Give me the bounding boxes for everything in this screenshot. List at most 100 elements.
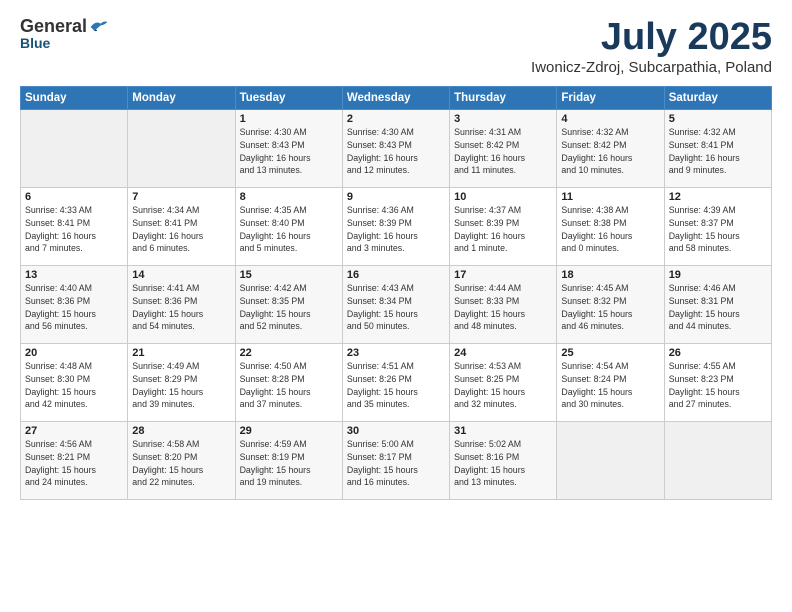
day-number: 6 [25,191,123,203]
calendar-cell: 30Sunrise: 5:00 AM Sunset: 8:17 PM Dayli… [342,422,449,500]
calendar-cell: 28Sunrise: 4:58 AM Sunset: 8:20 PM Dayli… [128,422,235,500]
day-number: 24 [454,347,552,359]
day-number: 21 [132,347,230,359]
calendar-cell: 3Sunrise: 4:31 AM Sunset: 8:42 PM Daylig… [450,110,557,188]
day-detail: Sunrise: 4:48 AM Sunset: 8:30 PM Dayligh… [25,360,123,411]
calendar-cell: 31Sunrise: 5:02 AM Sunset: 8:16 PM Dayli… [450,422,557,500]
calendar-cell: 27Sunrise: 4:56 AM Sunset: 8:21 PM Dayli… [21,422,128,500]
calendar-cell: 13Sunrise: 4:40 AM Sunset: 8:36 PM Dayli… [21,266,128,344]
day-detail: Sunrise: 4:44 AM Sunset: 8:33 PM Dayligh… [454,282,552,333]
day-number: 3 [454,113,552,125]
day-detail: Sunrise: 4:37 AM Sunset: 8:39 PM Dayligh… [454,204,552,255]
day-number: 22 [240,347,338,359]
weekday-header-tuesday: Tuesday [235,87,342,110]
day-detail: Sunrise: 4:32 AM Sunset: 8:41 PM Dayligh… [669,126,767,177]
day-number: 27 [25,425,123,437]
day-number: 20 [25,347,123,359]
calendar-header-row: SundayMondayTuesdayWednesdayThursdayFrid… [21,87,772,110]
calendar-cell: 9Sunrise: 4:36 AM Sunset: 8:39 PM Daylig… [342,188,449,266]
day-detail: Sunrise: 4:51 AM Sunset: 8:26 PM Dayligh… [347,360,445,411]
day-detail: Sunrise: 4:36 AM Sunset: 8:39 PM Dayligh… [347,204,445,255]
weekday-header-sunday: Sunday [21,87,128,110]
day-detail: Sunrise: 4:45 AM Sunset: 8:32 PM Dayligh… [561,282,659,333]
logo-general-text: General [20,16,87,37]
calendar-cell: 1Sunrise: 4:30 AM Sunset: 8:43 PM Daylig… [235,110,342,188]
calendar-cell: 10Sunrise: 4:37 AM Sunset: 8:39 PM Dayli… [450,188,557,266]
day-number: 23 [347,347,445,359]
day-detail: Sunrise: 4:58 AM Sunset: 8:20 PM Dayligh… [132,438,230,489]
day-detail: Sunrise: 4:33 AM Sunset: 8:41 PM Dayligh… [25,204,123,255]
logo-blue-label: Blue [20,35,50,51]
calendar-cell: 8Sunrise: 4:35 AM Sunset: 8:40 PM Daylig… [235,188,342,266]
calendar-week-1: 1Sunrise: 4:30 AM Sunset: 8:43 PM Daylig… [21,110,772,188]
calendar-table: SundayMondayTuesdayWednesdayThursdayFrid… [20,86,772,500]
day-detail: Sunrise: 4:34 AM Sunset: 8:41 PM Dayligh… [132,204,230,255]
calendar-cell [21,110,128,188]
calendar-cell: 4Sunrise: 4:32 AM Sunset: 8:42 PM Daylig… [557,110,664,188]
calendar-cell: 21Sunrise: 4:49 AM Sunset: 8:29 PM Dayli… [128,344,235,422]
calendar-cell: 26Sunrise: 4:55 AM Sunset: 8:23 PM Dayli… [664,344,771,422]
calendar-cell: 20Sunrise: 4:48 AM Sunset: 8:30 PM Dayli… [21,344,128,422]
weekday-header-monday: Monday [128,87,235,110]
calendar-cell: 25Sunrise: 4:54 AM Sunset: 8:24 PM Dayli… [557,344,664,422]
day-number: 18 [561,269,659,281]
weekday-header-thursday: Thursday [450,87,557,110]
calendar-cell: 11Sunrise: 4:38 AM Sunset: 8:38 PM Dayli… [557,188,664,266]
calendar-cell: 7Sunrise: 4:34 AM Sunset: 8:41 PM Daylig… [128,188,235,266]
calendar-cell: 14Sunrise: 4:41 AM Sunset: 8:36 PM Dayli… [128,266,235,344]
location-title: Iwonicz-Zdroj, Subcarpathia, Poland [531,59,772,76]
calendar-week-5: 27Sunrise: 4:56 AM Sunset: 8:21 PM Dayli… [21,422,772,500]
day-detail: Sunrise: 4:32 AM Sunset: 8:42 PM Dayligh… [561,126,659,177]
day-number: 17 [454,269,552,281]
calendar-cell: 17Sunrise: 4:44 AM Sunset: 8:33 PM Dayli… [450,266,557,344]
calendar-cell: 15Sunrise: 4:42 AM Sunset: 8:35 PM Dayli… [235,266,342,344]
day-number: 1 [240,113,338,125]
calendar-cell: 24Sunrise: 4:53 AM Sunset: 8:25 PM Dayli… [450,344,557,422]
weekday-header-wednesday: Wednesday [342,87,449,110]
day-detail: Sunrise: 4:43 AM Sunset: 8:34 PM Dayligh… [347,282,445,333]
logo-bird-icon [89,18,109,36]
day-number: 7 [132,191,230,203]
day-number: 28 [132,425,230,437]
day-number: 4 [561,113,659,125]
day-detail: Sunrise: 4:31 AM Sunset: 8:42 PM Dayligh… [454,126,552,177]
day-number: 19 [669,269,767,281]
month-title: July 2025 [531,16,772,59]
header: General Blue July 2025 Iwonicz-Zdroj, Su… [20,16,772,76]
day-detail: Sunrise: 4:40 AM Sunset: 8:36 PM Dayligh… [25,282,123,333]
day-number: 9 [347,191,445,203]
calendar-cell: 19Sunrise: 4:46 AM Sunset: 8:31 PM Dayli… [664,266,771,344]
day-detail: Sunrise: 4:39 AM Sunset: 8:37 PM Dayligh… [669,204,767,255]
calendar-cell [664,422,771,500]
calendar-week-2: 6Sunrise: 4:33 AM Sunset: 8:41 PM Daylig… [21,188,772,266]
calendar-cell: 22Sunrise: 4:50 AM Sunset: 8:28 PM Dayli… [235,344,342,422]
weekday-header-saturday: Saturday [664,87,771,110]
day-number: 29 [240,425,338,437]
day-number: 31 [454,425,552,437]
calendar-cell [557,422,664,500]
logo-general-part: General [20,16,87,36]
day-detail: Sunrise: 4:49 AM Sunset: 8:29 PM Dayligh… [132,360,230,411]
day-detail: Sunrise: 4:55 AM Sunset: 8:23 PM Dayligh… [669,360,767,411]
page: General Blue July 2025 Iwonicz-Zdroj, Su… [0,0,792,612]
day-detail: Sunrise: 4:42 AM Sunset: 8:35 PM Dayligh… [240,282,338,333]
calendar-cell: 6Sunrise: 4:33 AM Sunset: 8:41 PM Daylig… [21,188,128,266]
day-detail: Sunrise: 5:00 AM Sunset: 8:17 PM Dayligh… [347,438,445,489]
day-detail: Sunrise: 4:46 AM Sunset: 8:31 PM Dayligh… [669,282,767,333]
day-detail: Sunrise: 4:35 AM Sunset: 8:40 PM Dayligh… [240,204,338,255]
title-section: July 2025 Iwonicz-Zdroj, Subcarpathia, P… [531,16,772,76]
calendar-cell: 2Sunrise: 4:30 AM Sunset: 8:43 PM Daylig… [342,110,449,188]
day-detail: Sunrise: 5:02 AM Sunset: 8:16 PM Dayligh… [454,438,552,489]
day-detail: Sunrise: 4:38 AM Sunset: 8:38 PM Dayligh… [561,204,659,255]
weekday-header-friday: Friday [557,87,664,110]
day-number: 10 [454,191,552,203]
day-number: 12 [669,191,767,203]
calendar-week-4: 20Sunrise: 4:48 AM Sunset: 8:30 PM Dayli… [21,344,772,422]
calendar-cell: 16Sunrise: 4:43 AM Sunset: 8:34 PM Dayli… [342,266,449,344]
calendar-week-3: 13Sunrise: 4:40 AM Sunset: 8:36 PM Dayli… [21,266,772,344]
calendar-cell: 12Sunrise: 4:39 AM Sunset: 8:37 PM Dayli… [664,188,771,266]
day-number: 26 [669,347,767,359]
day-number: 8 [240,191,338,203]
calendar-cell: 18Sunrise: 4:45 AM Sunset: 8:32 PM Dayli… [557,266,664,344]
day-number: 15 [240,269,338,281]
